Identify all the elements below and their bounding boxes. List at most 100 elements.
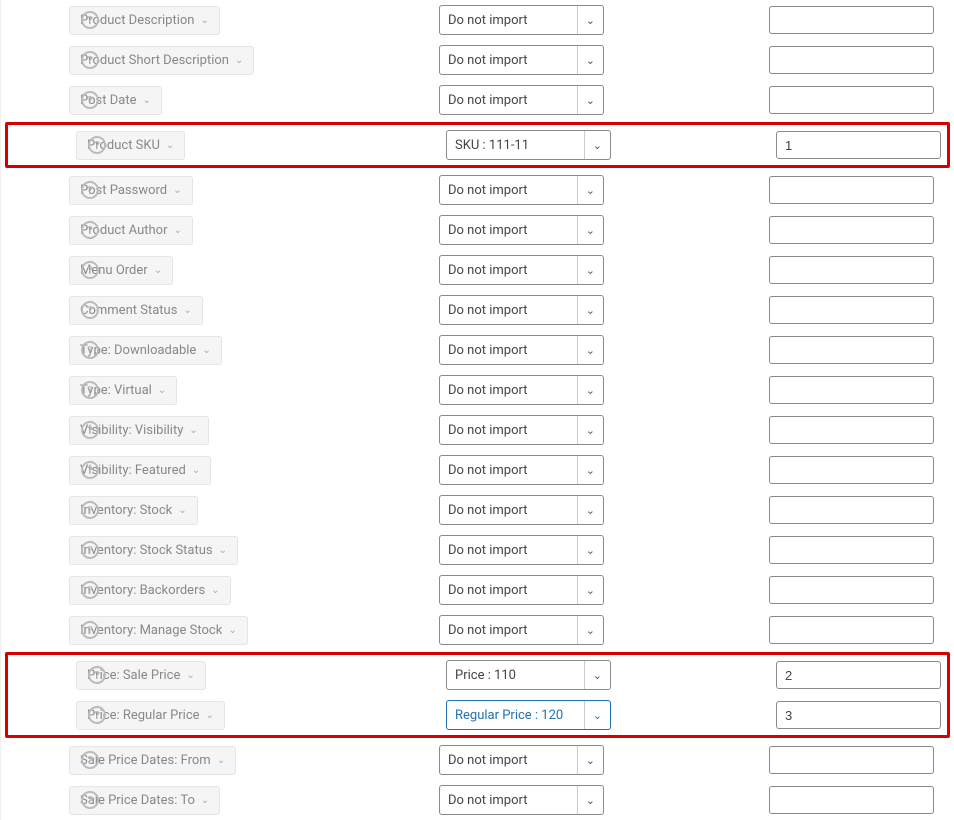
value-input[interactable]: [769, 536, 934, 564]
chevron-down-icon: ⌄: [577, 496, 595, 524]
help-icon[interactable]: ?: [81, 341, 99, 359]
chevron-down-icon: ⌄: [577, 416, 595, 444]
chevron-down-icon: ⌄: [201, 795, 209, 806]
value-input[interactable]: [769, 336, 934, 364]
help-icon[interactable]: ?: [81, 791, 99, 809]
help-icon[interactable]: ?: [81, 11, 99, 29]
mapping-row: ?Sale Price Dates: From⌄Do not import⌄: [1, 740, 954, 780]
mapping-select[interactable]: Do not import⌄: [439, 455, 604, 485]
value-input[interactable]: [769, 616, 934, 644]
help-icon[interactable]: ?: [81, 751, 99, 769]
field-label: Sale Price Dates: From: [80, 753, 211, 768]
mapping-select[interactable]: Do not import⌄: [439, 785, 604, 815]
value-input[interactable]: [769, 296, 934, 324]
help-icon[interactable]: ?: [81, 621, 99, 639]
field-label: Product Short Description: [80, 53, 229, 68]
mapping-row: ?Inventory: Stock Status⌄Do not import⌄: [1, 530, 954, 570]
value-input[interactable]: [776, 701, 941, 729]
mapping-select[interactable]: Do not import⌄: [439, 535, 604, 565]
select-value: Do not import: [448, 93, 528, 108]
chevron-down-icon: ⌄: [228, 625, 236, 636]
mapping-select[interactable]: Do not import ⌄: [439, 295, 604, 325]
chevron-down-icon: ⌄: [577, 746, 595, 774]
mapping-row: ?Inventory: Manage Stock⌄Do not import⌄: [1, 610, 954, 650]
chevron-down-icon: ⌄: [178, 505, 186, 516]
highlight-box: ?Product SKU⌄SKU : 111-11⌄: [5, 122, 950, 168]
help-icon[interactable]: ?: [81, 221, 99, 239]
help-icon[interactable]: ?: [88, 706, 106, 724]
mapping-row: ?Price: Regular Price⌄Regular Price : 12…: [8, 695, 947, 735]
chevron-down-icon: ⌄: [166, 140, 174, 151]
select-value: Do not import: [448, 13, 528, 28]
chevron-down-icon: ⌄: [158, 385, 166, 396]
value-input[interactable]: [769, 496, 934, 524]
value-input[interactable]: [769, 216, 934, 244]
value-input[interactable]: [769, 256, 934, 284]
mapping-select[interactable]: Do not import⌄: [439, 335, 604, 365]
chevron-down-icon: ⌄: [186, 670, 194, 681]
select-value: Do not import: [448, 383, 528, 398]
chevron-down-icon: ⌄: [235, 55, 243, 66]
chevron-down-icon: ⌄: [577, 86, 595, 114]
chevron-down-icon: ⌄: [577, 46, 595, 74]
value-input[interactable]: [769, 376, 934, 404]
value-input[interactable]: [769, 46, 934, 74]
chevron-down-icon: ⌄: [202, 345, 210, 356]
chevron-down-icon: ⌄: [217, 755, 225, 766]
help-icon[interactable]: ?: [81, 581, 99, 599]
mapping-row: ?Type: Virtual⌄Do not import⌄: [1, 370, 954, 410]
mapping-select[interactable]: Do not import ⌄: [439, 415, 604, 445]
mapping-row: ?Inventory: Stock⌄Do not import⌄: [1, 490, 954, 530]
mapping-row: ?Post Date⌄Do not import⌄: [1, 80, 954, 120]
help-icon[interactable]: ?: [81, 181, 99, 199]
value-input[interactable]: [769, 786, 934, 814]
select-value: Do not import: [448, 53, 528, 68]
value-input[interactable]: [776, 661, 941, 689]
mapping-select[interactable]: Do not import ⌄: [439, 85, 604, 115]
help-icon[interactable]: ?: [88, 666, 106, 684]
chevron-down-icon: ⌄: [142, 95, 150, 106]
help-icon[interactable]: ?: [81, 261, 99, 279]
mapping-select[interactable]: Do not import⌄: [439, 5, 604, 35]
value-input[interactable]: [769, 176, 934, 204]
chevron-down-icon: ⌄: [192, 465, 200, 476]
mapping-row: ?Product Description⌄Do not import⌄: [1, 0, 954, 40]
help-icon[interactable]: ?: [81, 51, 99, 69]
chevron-down-icon: ⌄: [577, 456, 595, 484]
chevron-down-icon: ⌄: [154, 265, 162, 276]
value-input[interactable]: [769, 6, 934, 34]
value-input[interactable]: [769, 86, 934, 114]
value-input[interactable]: [769, 576, 934, 604]
mapping-select[interactable]: Do not import⌄: [439, 255, 604, 285]
help-icon[interactable]: ?: [81, 501, 99, 519]
mapping-select[interactable]: Do not import⌄: [439, 575, 604, 605]
help-icon[interactable]: ?: [81, 91, 99, 109]
value-input[interactable]: [776, 131, 941, 159]
select-value: Do not import: [448, 303, 528, 318]
value-input[interactable]: [769, 746, 934, 774]
help-icon[interactable]: ?: [88, 136, 106, 154]
mapping-select[interactable]: Do not import ⌄: [439, 495, 604, 525]
chevron-down-icon: ⌄: [577, 296, 595, 324]
help-icon[interactable]: ?: [81, 421, 99, 439]
mapping-select[interactable]: SKU : 111-11⌄: [446, 130, 611, 160]
help-icon[interactable]: ?: [81, 461, 99, 479]
mapping-row: ?Product Author⌄Do not import⌄: [1, 210, 954, 250]
mapping-select[interactable]: Do not import⌄: [439, 375, 604, 405]
mapping-select[interactable]: Do not import ⌄: [439, 45, 604, 75]
select-value: Do not import: [448, 183, 528, 198]
value-input[interactable]: [769, 456, 934, 484]
chevron-down-icon: ⌄: [189, 425, 197, 436]
mapping-select[interactable]: Price : 110⌄: [446, 660, 611, 690]
mapping-select[interactable]: Do not import⌄: [439, 745, 604, 775]
help-icon[interactable]: ?: [81, 541, 99, 559]
select-value: Do not import: [448, 503, 528, 518]
help-icon[interactable]: ?: [81, 301, 99, 319]
mapping-select[interactable]: Do not import⌄: [439, 215, 604, 245]
mapping-select[interactable]: Do not import⌄: [439, 615, 604, 645]
help-icon[interactable]: ?: [81, 381, 99, 399]
value-input[interactable]: [769, 416, 934, 444]
mapping-select[interactable]: Do not import⌄: [439, 175, 604, 205]
select-value: Do not import: [448, 423, 528, 438]
mapping-select[interactable]: Regular Price : 120⌄: [446, 700, 611, 730]
